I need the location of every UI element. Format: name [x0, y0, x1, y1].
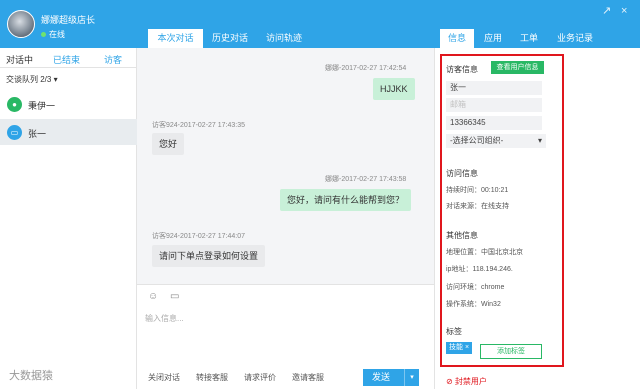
visit-duration: 持续时间：00:10:21: [446, 187, 509, 194]
tags-title: 标签: [446, 327, 462, 336]
request-rating-button[interactable]: 请求评价: [244, 372, 276, 383]
username: 娜娜超级店长: [41, 15, 96, 25]
visit-info-title: 访问信息: [446, 169, 478, 178]
organization-select[interactable]: -选择公司组织- ▾: [446, 134, 546, 148]
status-dot-icon: [41, 32, 46, 38]
block-user-link[interactable]: ⊘ 封禁用户: [446, 376, 487, 387]
visitor-info-title: 访客信息: [446, 65, 478, 74]
message-input[interactable]: 输入信息...: [145, 313, 184, 324]
tab-visitors[interactable]: 访客: [104, 53, 122, 66]
message-list[interactable]: 娜娜-2017-02-27 17:42:54 HJJKK 访客924-2017-…: [137, 48, 434, 284]
message-bubble-visitor: 您好: [152, 133, 185, 155]
chat-panel: 娜娜-2017-02-27 17:42:54 HJJKK 访客924-2017-…: [137, 48, 434, 389]
message-timestamp: 娜娜-2017-02-27 17:43:58: [325, 176, 407, 183]
add-tag-button[interactable]: 添加标签: [480, 344, 542, 359]
watermark: 大数据猿: [9, 370, 53, 382]
operating-system: 操作系统：Win32: [446, 301, 501, 308]
browser-env: 访问环境：chrome: [446, 284, 505, 291]
contact-item-selected[interactable]: ▭ 张一: [0, 119, 137, 145]
title-bar: 娜娜超级店长 在线 ↗ × 本次对话 历史对话 访问轨迹 信息 应用 工单 业务…: [0, 0, 640, 48]
message-bubble-agent: HJJKK: [373, 78, 415, 100]
contact-item[interactable]: ● 秉伊一: [0, 91, 137, 117]
tab-ended[interactable]: 已结束: [53, 53, 80, 66]
view-user-info-button[interactable]: 查看用户信息: [491, 61, 544, 74]
message-bubble-visitor: 请问下单点登录如何设置: [152, 245, 266, 267]
conversation-source: 对话来源：在线支持: [446, 203, 509, 210]
close-icon[interactable]: ×: [621, 6, 627, 17]
phone-field[interactable]: 13366345: [446, 116, 542, 130]
tab-history[interactable]: 历史对话: [204, 29, 256, 48]
send-button[interactable]: 发送 ▾: [363, 369, 419, 386]
message-timestamp: 娜娜-2017-02-27 17:42:54: [325, 65, 407, 72]
online-status[interactable]: 在线: [41, 29, 65, 40]
queue-dropdown[interactable]: 交谈队列 2/3 ▾: [6, 74, 58, 85]
email-field[interactable]: 邮箱: [446, 98, 542, 112]
send-options-icon[interactable]: ▾: [404, 369, 419, 386]
tab-tickets[interactable]: 工单: [512, 29, 546, 48]
tab-in-conversation[interactable]: 对话中: [6, 53, 33, 66]
wechat-icon: ●: [7, 97, 22, 112]
tab-business-records[interactable]: 业务记录: [550, 29, 600, 48]
folder-icon[interactable]: ▭: [170, 291, 179, 302]
transfer-button[interactable]: 转接客服: [196, 372, 228, 383]
message-bubble-agent: 您好，请问有什么能帮到您？: [280, 189, 412, 211]
name-field[interactable]: 张一: [446, 81, 542, 95]
emoji-icon[interactable]: ☺: [148, 291, 158, 302]
tag-chip[interactable]: 技能 ×: [446, 342, 473, 354]
message-input-area[interactable]: ☺ ▭ 输入信息... 关闭对话 转接客服 请求评价 邀请客服 发送 ▾: [137, 284, 434, 389]
contact-name: 秉伊一: [28, 101, 56, 111]
expand-icon[interactable]: ↗: [602, 6, 611, 17]
message-timestamp: 访客924-2017-02-27 17:44:07: [152, 233, 246, 240]
conversation-filter-tabs: 对话中 已结束 访客: [0, 48, 137, 68]
tab-current-conversation[interactable]: 本次对话: [148, 29, 203, 48]
ip-address: ip地址：118.194.246.: [446, 266, 513, 273]
contact-name: 张一: [28, 129, 47, 139]
tab-info[interactable]: 信息: [440, 29, 474, 48]
message-timestamp: 访客924-2017-02-27 17:43:35: [152, 122, 246, 129]
tab-apps[interactable]: 应用: [476, 29, 510, 48]
geo-location: 地理位置：中国北京北京: [446, 249, 523, 256]
other-info-title: 其他信息: [446, 231, 478, 240]
monitor-icon: ▭: [7, 125, 22, 140]
invite-agent-button[interactable]: 邀请客服: [292, 372, 324, 383]
conversation-list-panel: 对话中 已结束 访客 交谈队列 2/3 ▾ ● 秉伊一 ▭ 张一: [0, 48, 137, 389]
chevron-down-icon: ▾: [537, 136, 542, 145]
tab-visit-track[interactable]: 访问轨迹: [257, 29, 311, 48]
avatar[interactable]: [7, 10, 35, 38]
close-conversation-button[interactable]: 关闭对话: [148, 372, 180, 383]
